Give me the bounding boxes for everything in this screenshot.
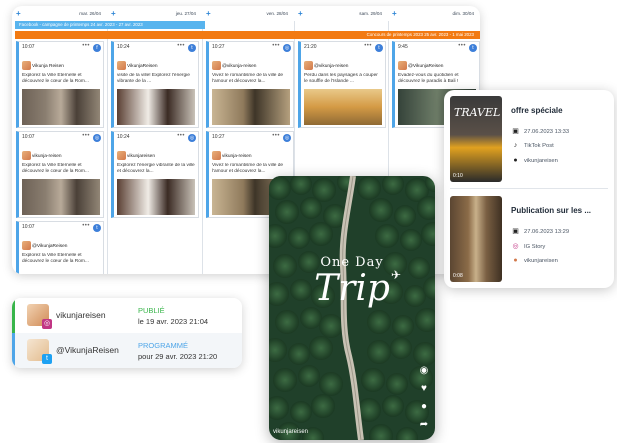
more-options-icon[interactable]: ••• <box>272 43 280 49</box>
calendar-day-headers: + mar. 26/04 + jeu. 27/04 + ven. 28/04 + sam… <box>12 6 480 21</box>
story-title-line2: Trip <box>314 268 390 309</box>
avatar <box>212 151 221 160</box>
post-image <box>22 179 100 215</box>
facebook-icon: f <box>93 44 101 52</box>
instagram-icon: ◎ <box>188 134 196 142</box>
twitter-icon: t <box>375 44 383 52</box>
preview-title: Publication sur les ... <box>511 206 592 215</box>
tiktok-icon: ♪ <box>513 142 518 149</box>
instagram-icon: ◎ <box>283 134 291 142</box>
story-account: vikunjareisen <box>273 429 309 435</box>
avatar <box>304 61 313 70</box>
story-actions: ◉ ♥ ● ➦ <box>417 364 431 436</box>
day-header-sun[interactable]: + dim. 30/04 <box>388 6 480 21</box>
status-badge: PUBLIÉ <box>138 306 165 315</box>
avatar <box>117 61 126 70</box>
avatar <box>22 61 31 70</box>
column-divider <box>202 21 203 274</box>
twitter-icon: t <box>188 44 196 52</box>
user-icon: ● <box>513 157 518 164</box>
add-post-icon[interactable]: + <box>16 6 21 21</box>
calendar-post-card[interactable]: 10:07 ••• t @VikunjaReisen Explorez la V… <box>16 221 104 274</box>
post-image <box>212 89 290 125</box>
day-header-sat[interactable]: + sam. 29/04 <box>294 6 388 21</box>
post-image <box>117 89 195 125</box>
avatar: t <box>27 339 52 364</box>
status-row-scheduled[interactable]: t @VikunjaReisen PROGRAMMÉ pour 29 avr. … <box>12 333 242 368</box>
more-options-icon[interactable]: ••• <box>364 43 372 49</box>
post-image <box>22 89 100 125</box>
more-options-icon[interactable]: ••• <box>458 43 466 49</box>
instagram-icon: ◎ <box>283 44 291 52</box>
avatar <box>398 61 407 70</box>
avatar <box>117 151 126 160</box>
more-options-icon[interactable]: ••• <box>82 43 90 49</box>
twitter-icon: t <box>42 354 52 364</box>
day-header-tue[interactable]: + mar. 26/04 <box>12 6 107 21</box>
publish-status-card: ◎ vikunjareisen PUBLIÉ le 19 avr. 2023 2… <box>12 298 242 368</box>
calendar-post-card[interactable]: 10:27 ••• ◎ @vikunja-reisen Vivez le rom… <box>206 41 294 128</box>
calendar-post-card[interactable]: 10:24 ••• ◎ vikunjareisen Explorez l'éne… <box>111 131 199 218</box>
calendar-post-card[interactable]: 10:07 ••• ◎ vikunja-reisen Explorez la V… <box>16 131 104 218</box>
calendar-icon: ▣ <box>512 128 519 135</box>
profile-icon[interactable]: ◉ <box>417 364 431 378</box>
more-options-icon[interactable]: ••• <box>82 133 90 139</box>
video-thumbnail[interactable]: 0:08 <box>450 196 502 282</box>
preview-item-ig-story[interactable]: 0:08 Publication sur les ... ▣ 27.06.2023… <box>444 190 614 288</box>
avatar <box>22 241 31 250</box>
comment-icon[interactable]: ● <box>417 400 431 414</box>
day-header-thu[interactable]: + jeu. 27/04 <box>107 6 202 21</box>
calendar-post-card[interactable]: 10:07 ••• f Vikunja Reisen Explorez la V… <box>16 41 104 128</box>
marketing-collage: + mar. 26/04 + jeu. 27/04 + ven. 28/04 + sam… <box>0 0 617 443</box>
story-preview-phone[interactable]: One Day Trip ✈ ◉ ♥ ● ➦ vikunjareisen <box>269 176 435 440</box>
calendar-icon: ▣ <box>512 228 519 235</box>
add-post-icon[interactable]: + <box>206 6 211 21</box>
add-post-icon[interactable]: + <box>298 6 303 21</box>
heart-icon[interactable]: ♥ <box>417 382 431 396</box>
instagram-icon: ◎ <box>512 243 519 250</box>
instagram-icon: ◎ <box>93 134 101 142</box>
more-options-icon[interactable]: ••• <box>272 133 280 139</box>
post-image <box>117 179 195 215</box>
user-icon: ● <box>513 257 518 264</box>
avatar <box>22 151 31 160</box>
instagram-icon: ◎ <box>42 319 52 329</box>
contest-band[interactable]: Concours de printemps 2023 25 avr. 2023 … <box>15 31 480 39</box>
preview-title: offre spéciale <box>511 106 563 115</box>
avatar: ◎ <box>27 304 52 329</box>
post-preview-panel: TRAVEL 0:10 offre spéciale ▣ 27.06.2023 1… <box>444 90 614 288</box>
status-badge: PROGRAMMÉ <box>138 341 189 350</box>
more-options-icon[interactable]: ••• <box>177 43 185 49</box>
more-options-icon[interactable]: ••• <box>177 133 185 139</box>
twitter-icon: t <box>469 44 477 52</box>
calendar-post-card[interactable]: 21:20 ••• t @vikunja-reisen Perdu dans l… <box>298 41 386 128</box>
status-row-published[interactable]: ◎ vikunjareisen PUBLIÉ le 19 avr. 2023 2… <box>12 298 242 333</box>
campaign-band[interactable]: Facebook - campagne de printemps 24 avr.… <box>15 21 205 29</box>
airplane-icon: ✈ <box>391 268 402 282</box>
twitter-icon: t <box>93 224 101 232</box>
share-icon[interactable]: ➦ <box>417 418 431 432</box>
calendar-post-card[interactable]: 10:24 ••• t VikunjaReisen visite de la v… <box>111 41 199 128</box>
column-divider <box>107 21 108 274</box>
more-options-icon[interactable]: ••• <box>82 223 90 229</box>
day-header-fri[interactable]: + ven. 28/04 <box>202 6 294 21</box>
video-thumbnail[interactable]: TRAVEL 0:10 <box>450 96 502 182</box>
divider <box>450 188 608 189</box>
preview-item-tiktok[interactable]: TRAVEL 0:10 offre spéciale ▣ 27.06.2023 1… <box>444 90 614 188</box>
post-image <box>304 89 382 125</box>
add-post-icon[interactable]: + <box>392 6 397 21</box>
avatar <box>212 61 221 70</box>
add-post-icon[interactable]: + <box>111 6 116 21</box>
